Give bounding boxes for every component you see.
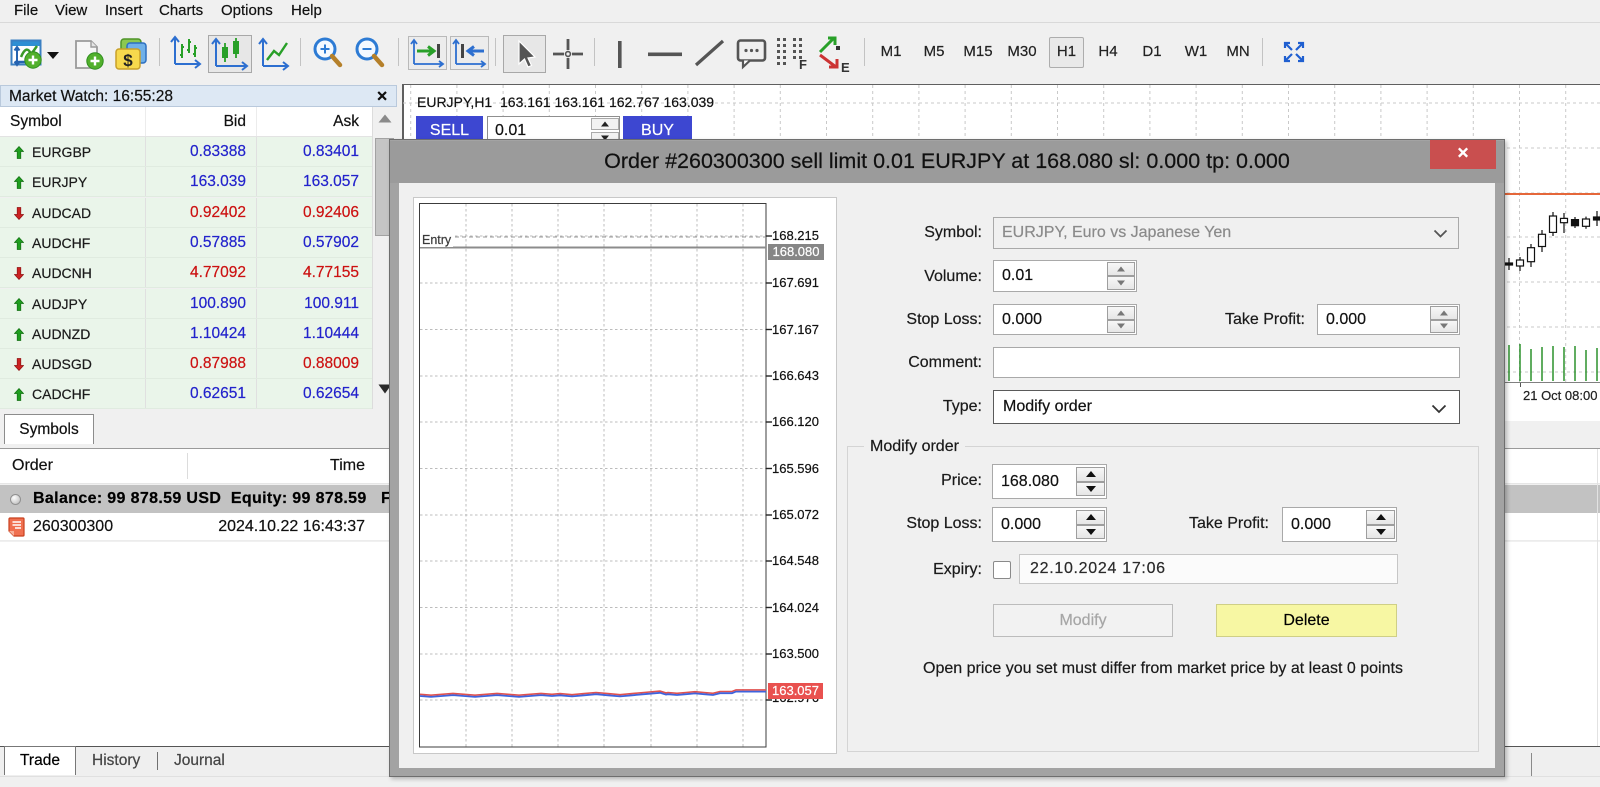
svg-text:E: E	[841, 60, 850, 75]
svg-text:F: F	[799, 57, 807, 72]
svg-text:$: $	[123, 51, 133, 70]
